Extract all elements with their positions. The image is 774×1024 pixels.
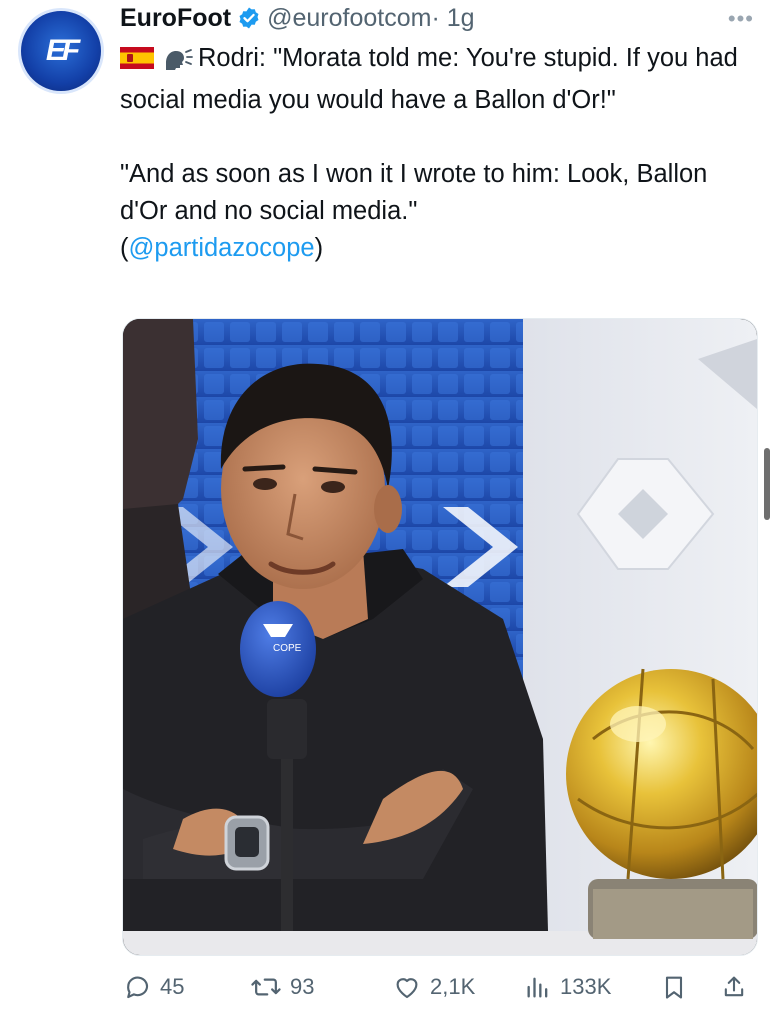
reply-button[interactable]: 45 [122,972,184,1002]
tweet-line-1: Rodri: "Morata told me: You're stupid. I… [120,44,738,114]
like-button[interactable]: 2,1K [392,972,475,1002]
heart-icon [396,978,418,999]
scrollbar[interactable] [764,448,770,520]
share-button[interactable] [720,972,748,1002]
tweet-text: Rodri: "Morata told me: You're stupid. I… [120,40,750,267]
tweet-line-2: "And as soon as I won it I wrote to him:… [120,160,708,225]
repost-button[interactable]: 93 [250,972,314,1002]
reply-icon [127,976,149,999]
spain-flag-icon [120,47,154,69]
views-button[interactable]: 133K [524,972,611,1002]
speaking-head-icon [162,45,194,82]
verified-badge-icon [237,6,261,30]
mention-link[interactable]: @partidazocope [129,234,315,262]
views-icon [527,977,548,998]
mention-open: ( [120,234,129,262]
repost-icon [251,978,281,996]
views-count: 133K [560,974,612,999]
repost-count: 93 [290,974,315,999]
author-handle[interactable]: @eurofootcom [267,4,431,33]
bookmark-icon [665,976,683,999]
tweet-photo[interactable]: COPE [122,318,758,956]
tweet-time[interactable]: · 1g [431,4,474,33]
avatar[interactable]: EF [18,8,104,94]
mention-close: ) [314,234,324,262]
avatar-monogram: EF [45,34,80,67]
bookmark-button[interactable] [660,972,688,1002]
tweet-header: EuroFoot @eurofootcom · 1g [120,0,475,36]
reply-count: 45 [160,974,185,999]
tweet-actions: 45 93 2,1K 133K [122,966,762,1010]
more-horizontal-icon[interactable]: ••• [728,6,754,32]
author-name[interactable]: EuroFoot [120,4,231,33]
share-icon [724,976,744,997]
photo-illustration: COPE [123,319,757,955]
like-count: 2,1K [430,974,476,999]
mic-logo-text: COPE [273,643,302,654]
